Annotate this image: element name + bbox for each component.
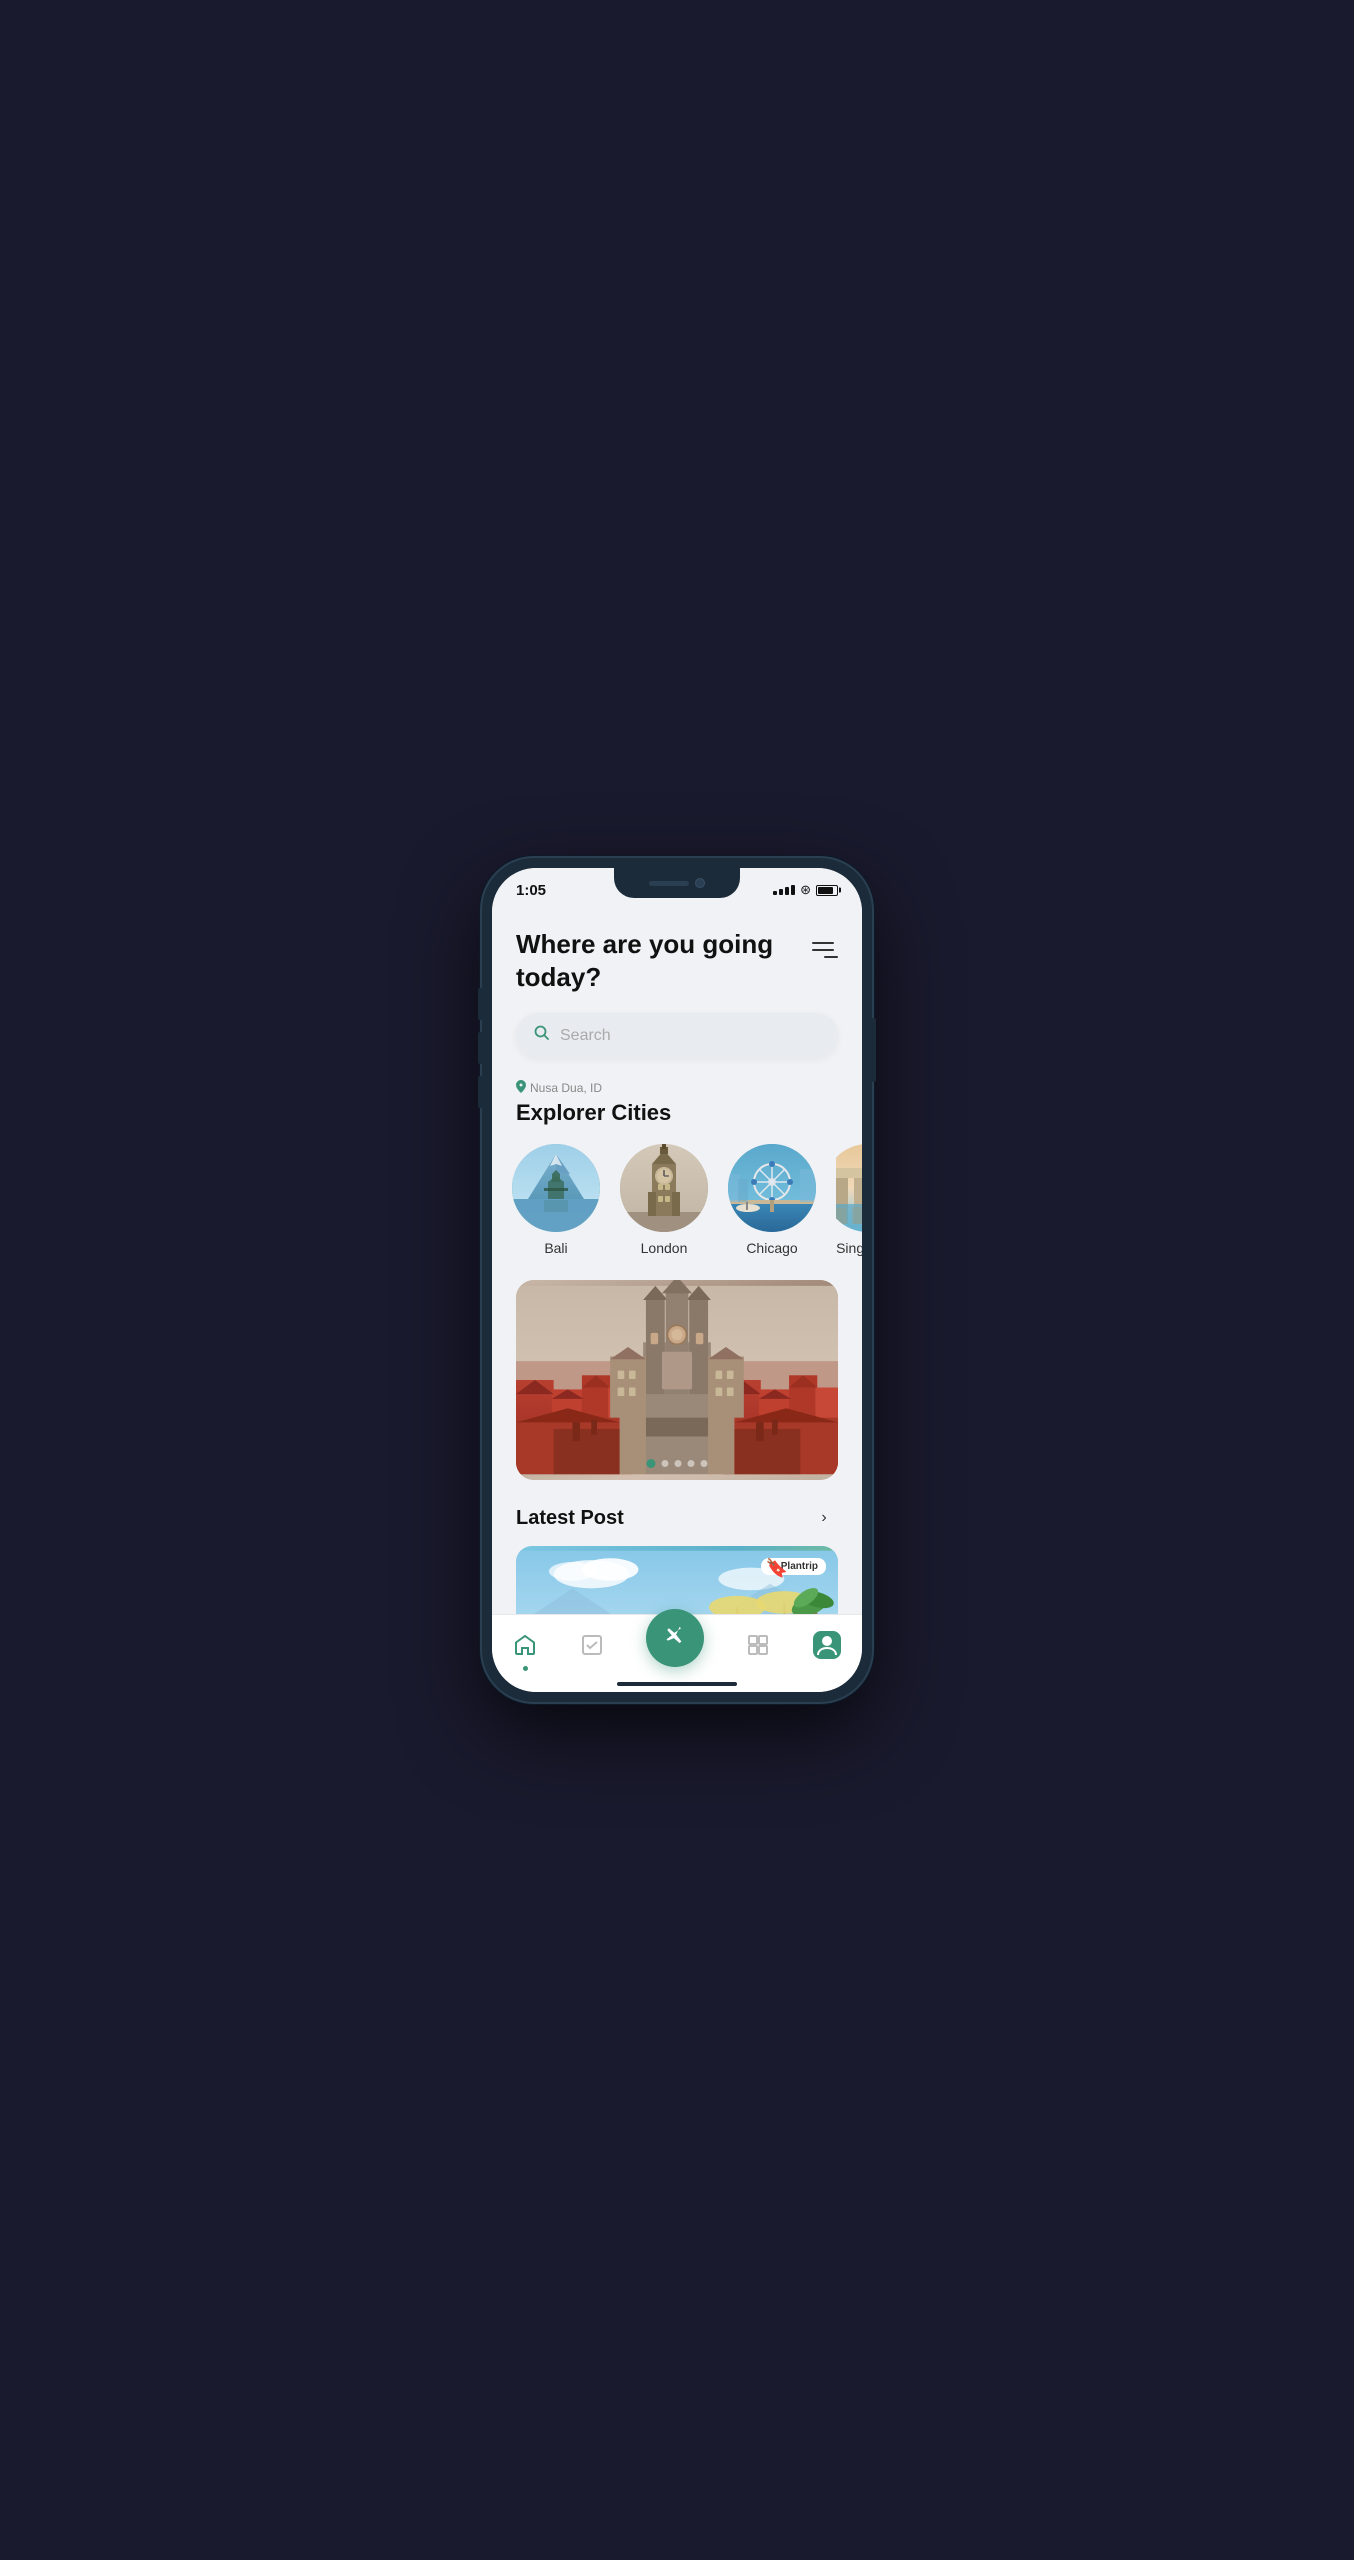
featured-image: [516, 1280, 838, 1480]
city-item-london[interactable]: London: [620, 1144, 708, 1256]
city-circle-london: [620, 1144, 708, 1232]
search-placeholder: Search: [560, 1027, 611, 1045]
battery-fill: [818, 887, 833, 894]
city-circle-bali: [512, 1144, 600, 1232]
notch-camera: [695, 878, 705, 888]
menu-line-2: [812, 949, 834, 951]
chevron-right-icon: ›: [821, 1509, 826, 1527]
post-card[interactable]: ✈ Plantrip 🔖: [516, 1546, 838, 1614]
search-bar[interactable]: Search: [516, 1013, 838, 1058]
profile-icon: [813, 1631, 841, 1665]
bookmark-icon[interactable]: 🔖: [766, 1558, 788, 1579]
featured-card[interactable]: [516, 1280, 838, 1480]
carousel-dots: [647, 1459, 708, 1468]
home-icon: [513, 1633, 537, 1663]
dot-1: [647, 1459, 656, 1468]
page-title: Where are you going today?: [516, 928, 808, 993]
city-circle-singapore: [836, 1144, 862, 1232]
pages-icon: [746, 1633, 770, 1663]
nav-profile[interactable]: [813, 1631, 841, 1665]
phone-screen: 1:05 ⊛: [492, 868, 862, 1692]
wifi-icon: ⊛: [800, 882, 811, 898]
location-text: Nusa Dua, ID: [530, 1081, 602, 1095]
dot-4: [688, 1460, 695, 1467]
flight-icon: [662, 1622, 688, 1654]
bottom-nav: [492, 1614, 862, 1692]
menu-line-3: [824, 956, 838, 958]
city-item-chicago[interactable]: Chicago: [728, 1144, 816, 1256]
latest-post-header: Latest Post ›: [516, 1504, 838, 1532]
city-item-singapore[interactable]: Singapore: [836, 1144, 862, 1256]
status-time: 1:05: [516, 882, 546, 899]
latest-post-title: Latest Post: [516, 1507, 624, 1530]
city-name-london: London: [641, 1240, 688, 1256]
search-icon: [534, 1025, 550, 1046]
city-circle-chicago: [728, 1144, 816, 1232]
main-content: Where are you going today?: [492, 912, 862, 1614]
notch-speaker: [649, 881, 689, 886]
location-row: Nusa Dua, ID: [516, 1080, 838, 1096]
dot-2: [662, 1460, 669, 1467]
battery-icon: [816, 885, 838, 896]
see-more-button[interactable]: ›: [810, 1504, 838, 1532]
dot-3: [675, 1460, 682, 1467]
city-name-bali: Bali: [544, 1240, 567, 1256]
city-name-singapore: Singapore: [836, 1240, 862, 1256]
home-indicator: [617, 1682, 737, 1686]
nav-pages[interactable]: [746, 1633, 770, 1663]
nav-center-button[interactable]: [646, 1609, 704, 1667]
notch: [614, 868, 740, 898]
phone-frame: 1:05 ⊛: [482, 858, 872, 1702]
tasks-icon: [580, 1633, 604, 1663]
nav-tasks[interactable]: [580, 1633, 604, 1663]
scroll-area[interactable]: Where are you going today?: [492, 912, 862, 1614]
menu-line-1: [812, 942, 834, 944]
cities-row: Bali: [512, 1144, 838, 1256]
city-item-bali[interactable]: Bali: [512, 1144, 600, 1256]
menu-button[interactable]: [808, 932, 838, 968]
nav-home[interactable]: [513, 1633, 537, 1663]
explorer-cities-title: Explorer Cities: [516, 1100, 838, 1126]
dot-5: [701, 1460, 708, 1467]
city-name-chicago: Chicago: [746, 1240, 797, 1256]
header: Where are you going today?: [516, 928, 838, 993]
pin-icon: [516, 1080, 526, 1096]
status-bar: 1:05 ⊛: [492, 868, 862, 912]
nav-home-dot: [523, 1666, 528, 1671]
status-icons: ⊛: [773, 882, 838, 898]
signal-icon: [773, 885, 795, 895]
